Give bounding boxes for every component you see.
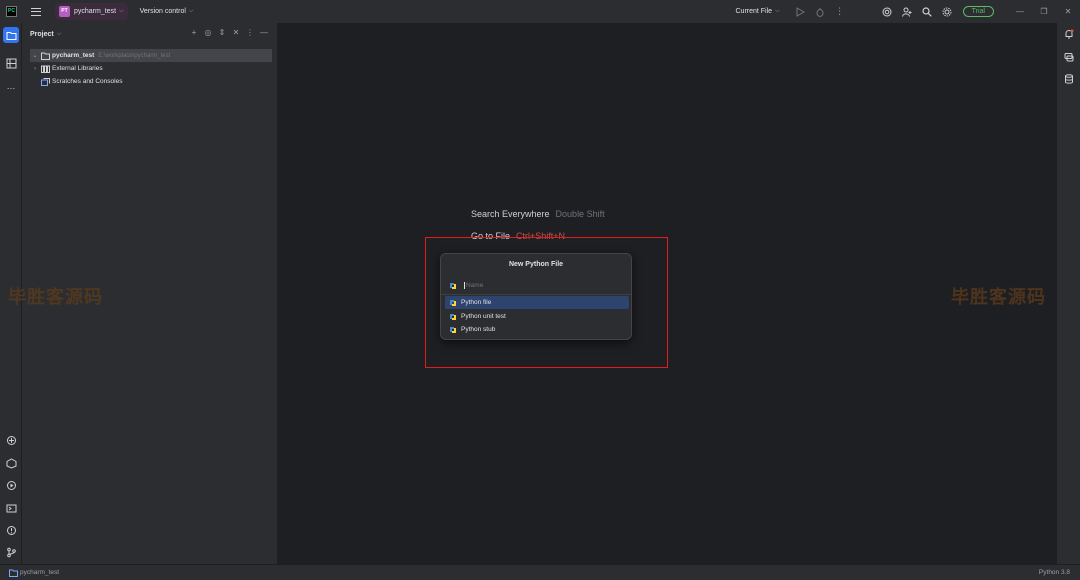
chevron-down-icon: ⌵: [119, 8, 124, 14]
tree-item-label: External Libraries: [52, 65, 103, 72]
close-icon[interactable]: ✕: [1056, 7, 1080, 16]
annotation-highlight-box: [425, 237, 668, 368]
more-tool-windows-icon[interactable]: …: [3, 78, 19, 94]
project-panel-title[interactable]: Project: [30, 31, 54, 38]
tree-item-project-root[interactable]: ⌄ pycharm_test E:\workplace\pycharm_test: [30, 49, 272, 62]
project-tool-window-icon[interactable]: [3, 27, 19, 43]
watermark-right: 毕胜客源码: [951, 287, 1046, 308]
hint-shortcut: Double Shift: [555, 209, 605, 219]
locate-icon[interactable]: ◎: [201, 28, 215, 37]
debug-icon[interactable]: [813, 5, 827, 19]
tree-item-label: pycharm_test: [52, 52, 95, 59]
right-tool-window-bar: [1056, 23, 1080, 564]
tree-item-scratches[interactable]: Scratches and Consoles: [30, 75, 122, 88]
more-actions-icon[interactable]: ⋮: [833, 5, 847, 19]
library-icon: [40, 64, 50, 73]
problems-icon[interactable]: [3, 522, 19, 538]
services-icon[interactable]: [3, 477, 19, 493]
terminal-icon[interactable]: [3, 500, 19, 516]
notifications-icon[interactable]: [1063, 28, 1075, 40]
add-icon[interactable]: +: [187, 28, 201, 37]
version-control-label: Version control: [139, 8, 186, 15]
hint-label: Search Everywhere: [471, 209, 550, 219]
minimize-icon[interactable]: —: [1008, 7, 1032, 16]
version-control-widget[interactable]: Version control ⌵: [140, 8, 194, 15]
project-badge: PT: [59, 6, 70, 17]
python-console-icon[interactable]: [3, 455, 19, 471]
restore-icon[interactable]: ❐: [1032, 7, 1056, 16]
run-icon[interactable]: [793, 5, 807, 19]
run-configuration-selector[interactable]: Current File ⌵: [736, 8, 780, 15]
tree-item-label: Scratches and Consoles: [52, 78, 123, 85]
project-name: pycharm_test: [74, 8, 117, 15]
search-icon[interactable]: [920, 5, 934, 19]
run-configuration-label: Current File: [735, 8, 773, 15]
chevron-right-icon[interactable]: ›: [30, 66, 40, 72]
expand-all-icon[interactable]: ⇕: [215, 28, 229, 37]
chevron-down-icon: ⌵: [188, 8, 194, 14]
title-bar: PC PT pycharm_test ⌵ Version control ⌵ C…: [0, 0, 1080, 23]
git-icon[interactable]: [3, 544, 19, 560]
database-icon[interactable]: [1063, 73, 1075, 85]
breadcrumb[interactable]: pycharm_test: [8, 568, 59, 577]
scratches-icon: [40, 77, 50, 86]
tree-item-external-libraries[interactable]: › External Libraries: [30, 62, 103, 75]
add-user-icon[interactable]: [900, 5, 914, 19]
ai-chat-icon[interactable]: [1063, 51, 1075, 63]
ai-assistant-icon[interactable]: [880, 5, 894, 19]
search-everywhere-hint[interactable]: Search Everywhere Double Shift: [471, 209, 605, 219]
settings-gear-icon[interactable]: [940, 5, 954, 19]
structure-icon[interactable]: [3, 55, 19, 71]
chevron-down-icon[interactable]: ⌵: [57, 31, 62, 38]
pycharm-logo-icon: PC: [6, 6, 17, 17]
project-widget[interactable]: PT pycharm_test ⌵: [55, 3, 128, 20]
hide-icon[interactable]: —: [257, 28, 271, 37]
folder-icon: [8, 568, 18, 577]
status-bar: pycharm_test Python 3.8: [0, 564, 1080, 580]
main-menu-icon[interactable]: [31, 7, 41, 16]
folder-icon: [40, 51, 50, 60]
python-packages-icon[interactable]: [3, 432, 19, 448]
options-icon[interactable]: ⋮: [243, 28, 257, 37]
breadcrumb-project[interactable]: pycharm_test: [20, 569, 59, 576]
collapse-all-icon[interactable]: ✕: [229, 28, 243, 37]
chevron-down-icon: ⌵: [775, 8, 780, 14]
watermark-left: 毕胜客源码: [8, 287, 103, 308]
tree-item-path: E:\workplace\pycharm_test: [98, 52, 171, 59]
trial-badge[interactable]: Trial: [962, 6, 994, 17]
chevron-down-icon[interactable]: ⌄: [30, 52, 40, 59]
python-interpreter[interactable]: Python 3.8: [1039, 569, 1070, 576]
